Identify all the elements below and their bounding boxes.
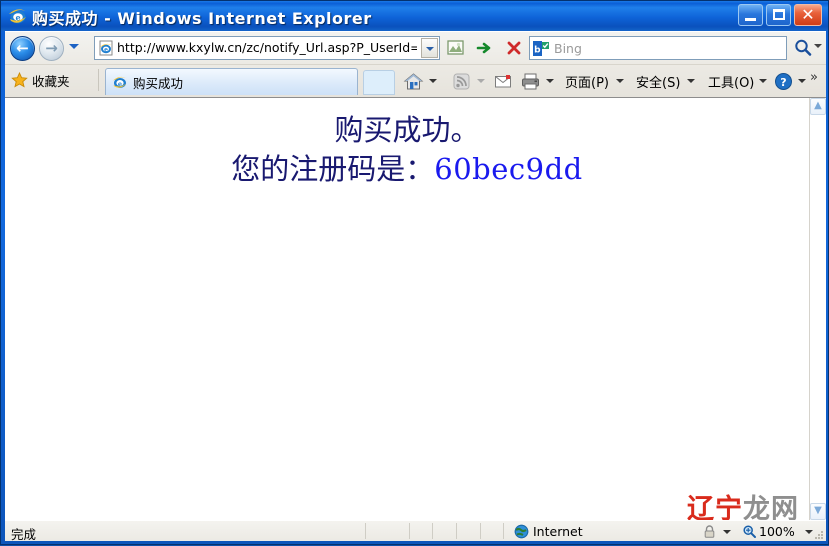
svg-text:?: ? — [780, 76, 786, 89]
vertical-scrollbar[interactable]: ▲ ▼ — [809, 98, 826, 520]
back-arrow-icon: ← — [16, 39, 29, 57]
purchase-success-heading: 购买成功。 — [334, 113, 480, 147]
print-dropdown-icon[interactable] — [546, 79, 554, 83]
menu-security[interactable]: 安全(S) — [636, 72, 680, 91]
svg-text:e: e — [104, 47, 108, 54]
chevron-down-icon: ▼ — [814, 505, 822, 516]
forward-arrow-icon: → — [45, 39, 58, 57]
status-text: 完成 — [11, 527, 37, 542]
address-bar[interactable]: e http://www.kxylw.cn/zc/notify_Url.asp?… — [94, 36, 440, 60]
security-zone-label: Internet — [533, 524, 583, 539]
maximize-icon — [773, 9, 785, 20]
ie-logo-icon: e — [112, 74, 128, 90]
status-divider — [456, 523, 457, 539]
magnifier-icon — [742, 524, 757, 539]
window-title: 购买成功 - Windows Internet Explorer — [32, 9, 372, 28]
lock-icon — [702, 524, 717, 539]
minimize-icon — [745, 18, 756, 21]
registration-code-line: 您的注册码是：60bec9dd — [5, 150, 809, 188]
address-url-text: http://www.kxylw.cn/zc/notify_Url.asp?P_… — [117, 40, 417, 55]
menu-page-caret[interactable] — [616, 79, 624, 83]
toolbar-divider — [98, 69, 99, 91]
resize-grip[interactable] — [812, 528, 824, 540]
address-dropdown-button[interactable] — [421, 38, 438, 58]
search-go-icon[interactable] — [791, 36, 815, 60]
minimize-button[interactable] — [738, 4, 763, 26]
rss-icon — [451, 71, 472, 92]
svg-text:e: e — [15, 13, 20, 23]
chevron-up-icon: ▲ — [814, 100, 822, 111]
svg-text:b: b — [534, 46, 541, 56]
bing-icon: b — [533, 41, 549, 56]
search-placeholder-text: Bing — [554, 41, 582, 56]
registration-code-label: 您的注册码是： — [231, 152, 435, 186]
tab-label: 购买成功 — [133, 75, 184, 91]
menu-tools-caret[interactable] — [759, 79, 767, 83]
forward-button[interactable]: → — [39, 36, 64, 61]
star-icon — [11, 71, 28, 88]
status-divider — [432, 523, 433, 539]
close-icon: ✕ — [801, 5, 815, 24]
status-divider — [480, 523, 481, 539]
scroll-up-button[interactable]: ▲ — [810, 98, 826, 115]
page-content: 购买成功。 您的注册码是：60bec9dd — [5, 98, 809, 520]
back-button[interactable]: ← — [10, 36, 35, 61]
maximize-button[interactable] — [766, 4, 791, 26]
mail-icon[interactable] — [493, 71, 514, 92]
menu-security-caret[interactable] — [687, 79, 695, 83]
help-dropdown-icon[interactable] — [798, 79, 806, 83]
tab-bar: 收藏夹 e 购买成功 页面(P) 安全(S) 工具(O) ? » — [5, 64, 826, 98]
title-bar: e 购买成功 - Windows Internet Explorer ✕ — [1, 1, 828, 31]
tab-purchase-success[interactable]: e 购买成功 — [105, 68, 358, 95]
page-viewport: 购买成功。 您的注册码是：60bec9dd 辽宁龙网 ▲ ▼ — [5, 97, 826, 520]
rss-dropdown-icon — [477, 79, 485, 83]
globe-icon — [514, 524, 529, 539]
svg-text:e: e — [118, 80, 122, 88]
stop-button[interactable] — [502, 36, 526, 60]
home-dropdown-icon[interactable] — [429, 79, 437, 83]
recent-pages-dropdown-icon[interactable] — [69, 44, 79, 49]
navigation-bar: ← → e http://www.kxylw.cn/zc/notify_Url.… — [5, 32, 826, 64]
zoom-level-label: 100% — [759, 524, 795, 539]
refresh-button[interactable] — [444, 36, 468, 60]
page-icon: e — [98, 40, 114, 56]
home-icon[interactable] — [403, 71, 424, 92]
new-tab-button[interactable] — [363, 70, 395, 95]
ie-logo-icon: e — [8, 6, 28, 26]
protected-mode-dropdown-icon[interactable] — [723, 530, 731, 534]
browser-window: e 购买成功 - Windows Internet Explorer ✕ ← → — [0, 0, 829, 545]
status-divider — [503, 523, 504, 539]
status-divider — [365, 523, 366, 539]
close-button[interactable]: ✕ — [794, 4, 822, 26]
browser-chrome: ← → e http://www.kxylw.cn/zc/notify_Url.… — [5, 31, 826, 97]
search-provider-dropdown-icon[interactable] — [814, 44, 822, 48]
search-input[interactable]: b Bing — [529, 36, 787, 60]
menu-tools[interactable]: 工具(O) — [708, 72, 754, 91]
status-divider — [409, 523, 410, 539]
scroll-down-button[interactable]: ▼ — [810, 503, 826, 520]
go-button[interactable] — [473, 36, 497, 60]
toolbar-overflow-icon[interactable]: » — [810, 70, 818, 85]
registration-code-value: 60bec9dd — [434, 152, 583, 186]
menu-page[interactable]: 页面(P) — [565, 72, 609, 91]
status-bar: 完成 Internet 100% — [5, 520, 826, 542]
favorites-label: 收藏夹 — [32, 73, 70, 89]
help-icon[interactable]: ? — [773, 71, 794, 92]
favorites-button[interactable]: 收藏夹 — [11, 69, 70, 91]
printer-icon[interactable] — [520, 71, 541, 92]
